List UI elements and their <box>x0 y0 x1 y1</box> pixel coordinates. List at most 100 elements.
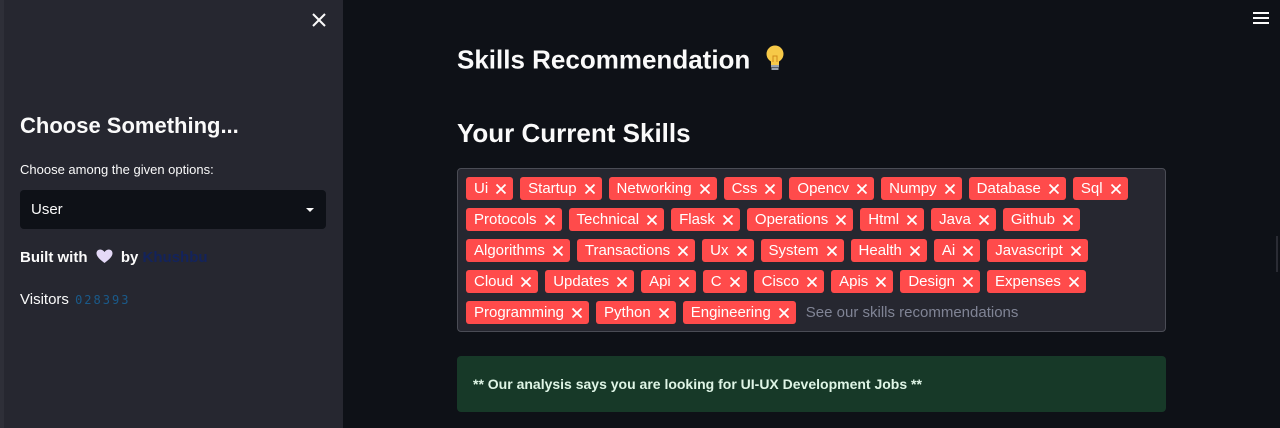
skill-tag: Apis <box>831 270 894 293</box>
skill-tag-label: Api <box>649 273 671 290</box>
skill-tag-label: System <box>768 242 819 259</box>
remove-skill-icon[interactable] <box>729 276 741 288</box>
remove-skill-icon[interactable] <box>962 276 974 288</box>
remove-skill-icon[interactable] <box>1110 183 1122 195</box>
remove-skill-icon[interactable] <box>571 307 583 319</box>
skill-tag: Design <box>900 270 981 293</box>
skill-tag: Sql <box>1072 177 1128 200</box>
remove-skill-icon[interactable] <box>736 245 748 257</box>
close-icon <box>312 13 326 27</box>
skill-tag: Github <box>1002 208 1081 231</box>
alert-text: ** Our analysis says you are looking for… <box>473 376 922 392</box>
remove-skill-icon[interactable] <box>944 183 956 195</box>
author-link[interactable]: Khushbu <box>143 249 208 266</box>
skill-tag-label: Updates <box>553 273 610 290</box>
skill-tag-label: Design <box>908 273 956 290</box>
skill-tag: Javascript <box>987 239 1088 262</box>
skill-tag: Health <box>850 239 927 262</box>
skill-tag-label: Programming <box>474 304 565 321</box>
remove-skill-icon[interactable] <box>778 307 790 319</box>
skill-tag-label: Startup <box>528 180 577 197</box>
skill-tag: Operations <box>746 208 854 231</box>
skills-search-input[interactable]: See our skills recommendations <box>806 301 1019 324</box>
remove-skill-icon[interactable] <box>722 214 734 226</box>
skill-tag-label: Sql <box>1080 180 1103 197</box>
select-label: Choose among the given options: <box>20 162 214 177</box>
visitors: Visitors 028393 <box>20 291 130 308</box>
remove-skill-icon[interactable] <box>806 276 818 288</box>
remove-skill-icon[interactable] <box>826 245 838 257</box>
remove-skill-icon[interactable] <box>1070 245 1082 257</box>
skill-tag: Java <box>931 208 996 231</box>
skill-tag: Css <box>723 177 783 200</box>
user-select[interactable]: User <box>20 190 326 229</box>
sidebar-edge <box>0 0 4 428</box>
close-sidebar-button[interactable] <box>308 9 330 31</box>
remove-skill-icon[interactable] <box>520 276 532 288</box>
skill-tag: Algorithms <box>466 239 570 262</box>
skill-tag: Cloud <box>466 270 539 293</box>
remove-skill-icon[interactable] <box>962 245 974 257</box>
skill-tag-label: Github <box>1010 211 1056 228</box>
select-value: User <box>31 201 63 218</box>
skill-tag-label: Networking <box>616 180 692 197</box>
remove-skill-icon[interactable] <box>552 245 564 257</box>
visitors-count: 028393 <box>75 293 131 307</box>
built-with-credit: Built with by Khushbu <box>20 249 208 266</box>
skills-multiselect[interactable]: Ui Startup Networking Css Opencv Numpy Databas… <box>457 168 1166 332</box>
skill-tag: Engineering <box>682 301 796 324</box>
remove-skill-icon[interactable] <box>699 183 711 195</box>
skill-tag-label: Transactions <box>584 242 671 259</box>
remove-skill-icon[interactable] <box>856 183 868 195</box>
skill-tag-label: Python <box>604 304 651 321</box>
main-menu-button[interactable] <box>1253 12 1269 26</box>
remove-skill-icon[interactable] <box>906 214 918 226</box>
scrollbar[interactable] <box>1276 236 1278 272</box>
remove-skill-icon[interactable] <box>1062 214 1074 226</box>
built-prefix: Built with <box>20 249 88 266</box>
remove-skill-icon[interactable] <box>658 307 670 319</box>
skill-tag: Networking <box>608 177 717 200</box>
page-title: Skills Recommendation <box>457 44 786 79</box>
skill-tag-label: Css <box>731 180 758 197</box>
skill-tag-label: Engineering <box>690 304 771 321</box>
skill-tag: Technical <box>568 208 665 231</box>
skills-tag-list: Ui Startup Networking Css Opencv Numpy Databas… <box>466 177 1165 324</box>
skill-tag-label: Ux <box>710 242 729 259</box>
remove-skill-icon[interactable] <box>1068 276 1080 288</box>
built-by: by <box>120 249 139 266</box>
remove-skill-icon[interactable] <box>544 214 556 226</box>
hamburger-line <box>1253 22 1269 24</box>
remove-skill-icon[interactable] <box>646 214 658 226</box>
skill-tag: Updates <box>545 270 635 293</box>
skill-tag-label: Cloud <box>474 273 514 290</box>
remove-skill-icon[interactable] <box>835 214 847 226</box>
remove-skill-icon[interactable] <box>495 183 507 195</box>
skill-tag: System <box>760 239 844 262</box>
remove-skill-icon[interactable] <box>909 245 921 257</box>
skill-tag-label: C <box>710 273 722 290</box>
remove-skill-icon[interactable] <box>678 276 690 288</box>
analysis-alert: ** Our analysis says you are looking for… <box>457 356 1166 412</box>
skill-tag: Ux <box>702 239 754 262</box>
skill-tag: Flask <box>671 208 740 231</box>
skill-tag: Cisco <box>753 270 825 293</box>
remove-skill-icon[interactable] <box>875 276 887 288</box>
skill-tag: Ui <box>466 177 514 200</box>
skill-tag: Programming <box>466 301 590 324</box>
skill-tag: Startup <box>520 177 602 200</box>
remove-skill-icon[interactable] <box>978 214 990 226</box>
remove-skill-icon[interactable] <box>616 276 628 288</box>
remove-skill-icon[interactable] <box>677 245 689 257</box>
remove-skill-icon[interactable] <box>764 183 776 195</box>
skill-tag-label: Operations <box>754 211 829 228</box>
skill-tag-label: Protocols <box>474 211 537 228</box>
skill-tag: Opencv <box>789 177 875 200</box>
skill-tag: Ai <box>933 239 981 262</box>
skill-tag-label: Flask <box>679 211 715 228</box>
remove-skill-icon[interactable] <box>1048 183 1060 195</box>
skill-tag-label: Javascript <box>995 242 1063 259</box>
hamburger-line <box>1253 17 1269 19</box>
chevron-down-icon <box>306 208 314 212</box>
remove-skill-icon[interactable] <box>584 183 596 195</box>
